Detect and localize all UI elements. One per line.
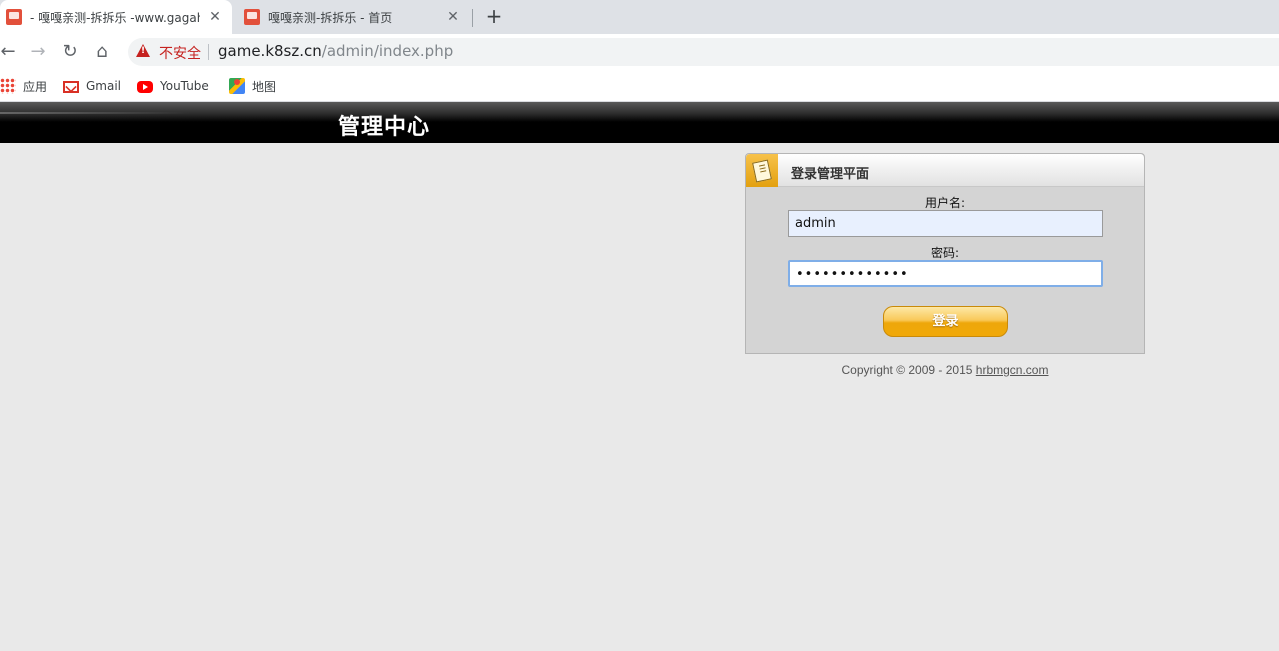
notepad-icon (746, 154, 778, 187)
maps-icon (229, 78, 245, 94)
bookmark-label: Gmail (86, 79, 122, 93)
header-decoration (0, 112, 190, 114)
admin-header-bar: 管理中心 (0, 102, 1279, 143)
close-tab-icon[interactable]: ✕ (444, 8, 462, 26)
close-tab-icon[interactable]: ✕ (206, 8, 224, 26)
username-input[interactable]: admin (788, 210, 1103, 237)
apps-grid-icon (0, 78, 16, 94)
bookmark-maps[interactable]: 地图 (229, 77, 276, 95)
new-tab-button[interactable]: + (483, 6, 505, 28)
bookmark-label: YouTube (160, 79, 209, 93)
login-panel-header: 登录管理平面 (746, 154, 1144, 187)
copyright-text: Copyright © 2009 - 2015 (841, 363, 976, 377)
tab-admin[interactable]: - 嘎嘎亲测-拆拆乐 -www.gagah ✕ (0, 0, 232, 34)
warning-triangle-icon[interactable] (136, 44, 150, 57)
url-text[interactable]: game.k8sz.cn/admin/index.php (218, 42, 453, 60)
address-bar[interactable]: 不安全 game.k8sz.cn/admin/index.php (128, 38, 1279, 66)
page-title: 管理中心 (338, 114, 431, 140)
browser-tab-strip: - 嘎嘎亲测-拆拆乐 -www.gagah ✕ 嘎嘎亲测-拆拆乐 - 首页 ✕ … (0, 0, 1279, 34)
reload-icon[interactable]: ↻ (58, 40, 82, 64)
password-input[interactable]: ••••••••••••• (788, 260, 1103, 287)
omnibox-divider (208, 44, 209, 60)
bookmark-label: 地图 (252, 79, 277, 94)
bookmark-apps[interactable]: 应用 (0, 77, 47, 95)
back-arrow-icon[interactable]: ← (0, 40, 20, 64)
gmail-icon (63, 81, 79, 93)
youtube-icon (137, 81, 153, 93)
home-icon[interactable]: ⌂ (90, 40, 114, 64)
copyright-link[interactable]: hrbmgcn.com (976, 363, 1049, 377)
tab-title: - 嘎嘎亲测-拆拆乐 -www.gagah (30, 10, 200, 25)
tab-title: 嘎嘎亲测-拆拆乐 - 首页 (268, 10, 393, 25)
login-panel: 登录管理平面 用户名: admin 密码: ••••••••••••• 登录 (745, 153, 1145, 354)
bookmark-gmail[interactable]: Gmail (63, 77, 121, 95)
security-status-label[interactable]: 不安全 (159, 43, 201, 63)
bookmark-label: 应用 (23, 79, 48, 94)
login-button[interactable]: 登录 (883, 306, 1008, 337)
browser-toolbar: ← → ↻ ⌂ 不安全 game.k8sz.cn/admin/index.php (0, 34, 1279, 70)
password-label: 密码: (930, 246, 960, 260)
site-favicon-icon (6, 9, 22, 25)
bookmark-youtube[interactable]: YouTube (137, 77, 209, 95)
url-path: /admin/index.php (321, 42, 454, 60)
forward-arrow-icon[interactable]: → (26, 40, 50, 64)
bookmarks-bar: 应用 Gmail YouTube 地图 (0, 70, 1279, 102)
tab-home[interactable]: 嘎嘎亲测-拆拆乐 - 首页 ✕ (238, 0, 470, 34)
login-panel-title: 登录管理平面 (791, 167, 870, 182)
site-favicon-icon (244, 9, 260, 25)
username-label: 用户名: (924, 196, 966, 210)
copyright-footer: Copyright © 2009 - 2015 hrbmgcn.com (745, 363, 1145, 377)
url-host: game.k8sz.cn (218, 42, 322, 60)
tab-separator (472, 9, 473, 27)
